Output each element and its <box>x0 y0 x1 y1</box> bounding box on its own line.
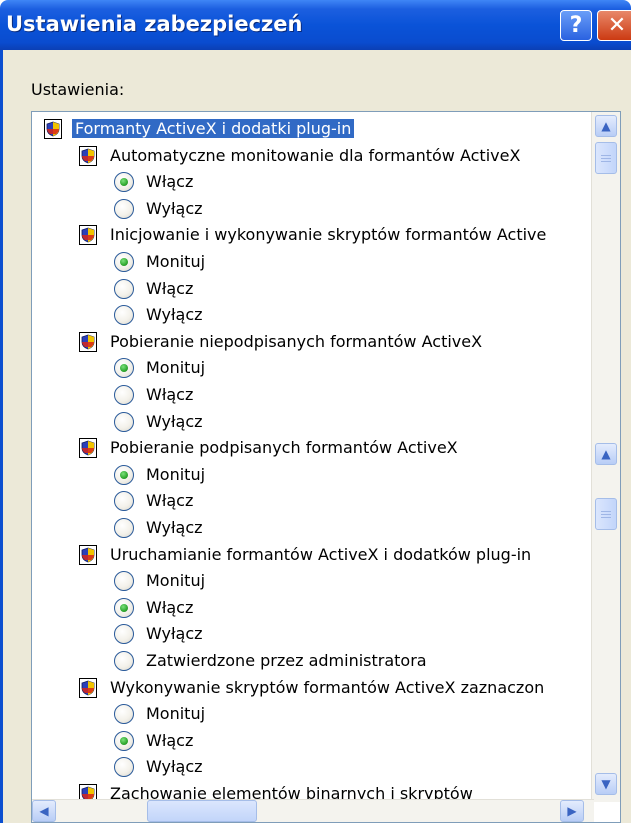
radio-button[interactable] <box>114 198 134 219</box>
radio-button[interactable] <box>114 757 134 778</box>
setting-label: Inicjowanie i wykonywanie skryptów forma… <box>110 225 547 245</box>
option-label: Wyłącz <box>146 305 203 325</box>
horizontal-scrollbar[interactable]: ◀ ▶ <box>32 799 594 822</box>
option-label: Wyłącz <box>146 411 203 431</box>
close-button[interactable]: ✕ <box>597 10 631 41</box>
setting-label: Pobieranie podpisanych formantów ActiveX <box>110 438 458 458</box>
scroll-thumb-secondary[interactable] <box>595 498 617 530</box>
radio-button[interactable] <box>114 571 134 592</box>
security-shield-icon <box>44 119 62 139</box>
radio-button[interactable] <box>114 358 134 379</box>
radio-button[interactable] <box>114 651 134 671</box>
arrow-down-icon: ▼ <box>601 777 611 791</box>
settings-tree[interactable]: Formanty ActiveX i dodatki plug-in Automa… <box>31 111 621 823</box>
option-label: Zatwierdzone przez administratora <box>146 651 427 670</box>
scroll-up-button-secondary[interactable]: ▲ <box>595 443 617 465</box>
option-label: Włącz <box>146 278 194 298</box>
scroll-left-button[interactable]: ◀ <box>32 800 56 822</box>
security-shield-icon <box>79 677 97 698</box>
scroll-down-button[interactable]: ▼ <box>595 773 617 795</box>
arrow-right-icon: ▶ <box>567 804 577 818</box>
setting-label: Wykonywanie skryptów formantów ActiveX z… <box>110 677 545 697</box>
option-label: Monituj <box>146 358 206 378</box>
setting-label: Formanty ActiveX i dodatki plug-in <box>72 119 355 138</box>
radio-button[interactable] <box>114 252 134 272</box>
option-label: Wyłącz <box>146 757 203 777</box>
arrow-up-icon: ▲ <box>601 119 611 133</box>
option-label: Monituj <box>146 464 206 484</box>
scroll-up-button[interactable]: ▲ <box>595 115 617 137</box>
setting-label: Pobieranie niepodpisanych formantów Acti… <box>110 331 483 351</box>
scroll-right-button[interactable]: ▶ <box>560 800 584 822</box>
vertical-scrollbar[interactable]: ▲ ▲ ▼ <box>591 112 620 802</box>
security-shield-icon <box>79 544 97 565</box>
window-title: Ustawienia zabezpieczeń <box>6 12 303 36</box>
option-label: Monituj <box>146 704 206 724</box>
option-label: Włącz <box>146 730 194 750</box>
option-label: Monituj <box>146 571 206 591</box>
option-label: Wyłącz <box>146 518 203 537</box>
hscroll-thumb[interactable] <box>147 800 257 822</box>
option-label: Wyłącz <box>146 198 203 218</box>
settings-label: Ustawienia: <box>31 80 125 99</box>
option-label: Monituj <box>146 252 206 271</box>
radio-button[interactable] <box>114 491 134 512</box>
security-settings-dialog: Ustawienia zabezpieczeń ? ✕ Ustawienia: … <box>0 0 631 823</box>
radio-button[interactable] <box>114 172 134 193</box>
radio-button[interactable] <box>114 411 134 432</box>
setting-label: Uruchamianie formantów ActiveX i dodatkó… <box>110 544 532 564</box>
option-label: Włącz <box>146 172 194 192</box>
close-icon: ✕ <box>607 13 627 38</box>
radio-button[interactable] <box>114 730 134 751</box>
security-shield-icon <box>79 438 97 459</box>
radio-button[interactable] <box>114 278 134 299</box>
radio-button[interactable] <box>114 624 134 645</box>
arrow-left-icon: ◀ <box>39 804 49 818</box>
radio-button[interactable] <box>114 305 134 326</box>
security-shield-icon <box>79 145 97 166</box>
radio-button[interactable] <box>114 464 134 485</box>
option-label: Włącz <box>146 597 194 617</box>
security-shield-icon <box>79 331 97 352</box>
radio-button[interactable] <box>114 518 134 538</box>
radio-button[interactable] <box>114 385 134 405</box>
option-label: Włącz <box>146 491 194 511</box>
option-label: Włącz <box>146 385 194 404</box>
arrow-up-icon: ▲ <box>601 447 611 461</box>
scroll-thumb[interactable] <box>595 142 617 174</box>
security-shield-icon <box>79 225 97 246</box>
radio-button[interactable] <box>114 597 134 618</box>
title-bar[interactable]: Ustawienia zabezpieczeń ? ✕ <box>0 0 631 50</box>
radio-button[interactable] <box>114 704 134 725</box>
option-label: Wyłącz <box>146 624 203 644</box>
setting-label: Automatyczne monitowanie dla formantów A… <box>110 145 521 165</box>
help-icon: ? <box>569 13 583 38</box>
help-button[interactable]: ? <box>560 10 592 41</box>
